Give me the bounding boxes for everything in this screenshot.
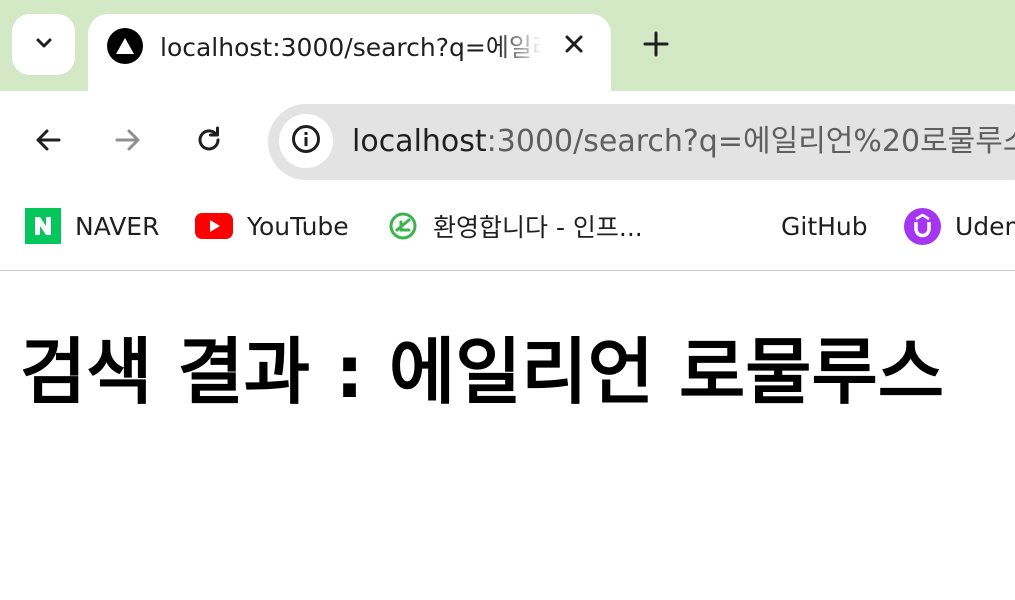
plus-icon bbox=[643, 31, 669, 61]
back-button[interactable] bbox=[25, 119, 71, 165]
close-icon bbox=[564, 34, 584, 58]
page-heading: 검색 결과 : 에일리언 로물루스 bbox=[20, 330, 944, 414]
toolbar-divider bbox=[0, 270, 1015, 271]
tab-search-button[interactable] bbox=[12, 14, 75, 75]
site-info-button[interactable] bbox=[279, 114, 333, 168]
youtube-icon bbox=[195, 212, 233, 240]
info-icon bbox=[290, 123, 322, 159]
url-host: localhost bbox=[352, 124, 487, 159]
arrow-left-icon bbox=[32, 124, 64, 160]
reload-button[interactable] bbox=[186, 119, 232, 165]
udemy-icon bbox=[904, 207, 941, 245]
url-text[interactable]: localhost:3000/search?q=에일리언%20로물루스 bbox=[352, 122, 1015, 162]
url-path: :3000/search?q=에일리언%20로물루스 bbox=[486, 124, 1015, 159]
new-tab-button[interactable] bbox=[636, 26, 676, 66]
bookmark-label: NAVER bbox=[75, 211, 160, 241]
bookmark-label: 환영합니다 - 인프... bbox=[433, 213, 643, 242]
inflearn-icon bbox=[387, 210, 419, 242]
triangle-logo-icon bbox=[107, 28, 143, 64]
arrow-right-icon bbox=[112, 124, 144, 160]
forward-button[interactable] bbox=[105, 119, 151, 165]
tab-title: localhost:3000/search?q=에일리언%20로물루스 bbox=[160, 33, 542, 62]
bookmark-label: YouTube bbox=[247, 211, 349, 241]
bookmark-udemy[interactable]: Udemy bbox=[904, 206, 1015, 246]
bookmark-github[interactable]: GitHub bbox=[781, 206, 868, 246]
close-tab-button[interactable] bbox=[556, 28, 592, 64]
naver-icon bbox=[25, 208, 61, 244]
bookmark-label: GitHub bbox=[781, 211, 868, 241]
bookmark-inflearn[interactable]: 환영합니다 - 인프... bbox=[387, 206, 643, 246]
bookmark-naver[interactable]: NAVER bbox=[25, 206, 159, 246]
bookmark-label: Udemy bbox=[955, 211, 1015, 241]
chevron-down-icon bbox=[33, 32, 55, 58]
bookmark-youtube[interactable]: YouTube bbox=[195, 206, 349, 246]
reload-icon bbox=[193, 124, 225, 160]
